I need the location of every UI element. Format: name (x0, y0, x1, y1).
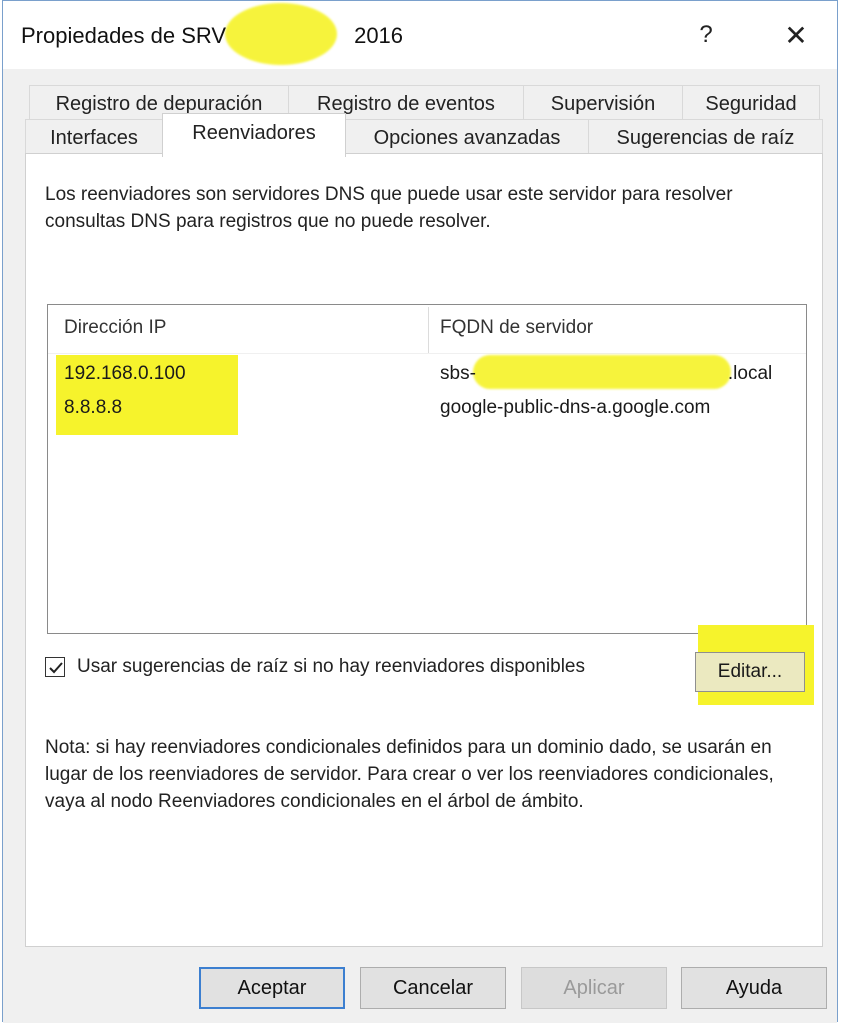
forwarder-ip[interactable]: 8.8.8.8 (64, 397, 122, 419)
tab-seguridad[interactable]: Seguridad (682, 85, 820, 123)
header-separator (48, 353, 806, 354)
root-hints-checkbox[interactable] (45, 657, 65, 677)
apply-button-label: Aplicar (563, 976, 625, 999)
help-button-label: Ayuda (725, 976, 783, 999)
tab-sugerencias-raiz[interactable]: Sugerencias de raíz (588, 119, 823, 157)
tab-opciones-avanzadas[interactable]: Opciones avanzadas (345, 119, 589, 157)
close-icon: ✕ (784, 19, 808, 51)
tab-reenviadores[interactable]: Reenviadores (162, 113, 346, 157)
fqdn-prefix: sbs- (440, 363, 476, 384)
question-mark-icon: ? (699, 21, 713, 48)
column-divider[interactable] (428, 307, 429, 353)
close-button[interactable]: ✕ (773, 15, 819, 55)
help-button[interactable]: ? (683, 15, 729, 55)
forwarder-fqdn[interactable]: sbs- .local (440, 363, 772, 385)
tab-label: Supervisión (550, 92, 656, 115)
title-bar: Propiedades de SRV 2016 ? ✕ (3, 1, 837, 69)
edit-button[interactable]: Editar... (695, 652, 805, 692)
root-hints-label: Usar sugerencias de raíz si no hay reenv… (77, 656, 585, 677)
tab-supervision[interactable]: Supervisión (523, 85, 683, 123)
tab-label: Reenviadores (192, 122, 316, 144)
fqdn-suffix: .local (727, 363, 773, 384)
window-title: Propiedades de SRV 2016 (21, 23, 403, 49)
ok-button[interactable]: Aceptar (199, 967, 345, 1009)
column-header-ip[interactable]: Dirección IP (64, 317, 166, 339)
window-title-suffix: 2016 (354, 23, 404, 48)
ok-button-label: Aceptar (237, 976, 307, 999)
tab-label: Sugerencias de raíz (616, 126, 795, 149)
window-title-prefix: Propiedades de SRV (21, 23, 227, 48)
conditional-forwarders-note: Nota: si hay reenviadores condicionales … (45, 737, 774, 812)
forwarder-ip[interactable]: 192.168.0.100 (64, 363, 186, 385)
cancel-button-label: Cancelar (392, 976, 474, 999)
tab-label: Interfaces (50, 126, 138, 149)
apply-button[interactable]: Aplicar (521, 967, 667, 1009)
forwarder-fqdn[interactable]: google-public-dns-a.google.com (440, 397, 710, 419)
root-hints-option[interactable]: Usar sugerencias de raíz si no hay reenv… (45, 656, 585, 678)
tab-label: Seguridad (705, 92, 797, 115)
tab-label: Opciones avanzadas (373, 126, 561, 149)
forwarders-description: Los reenviadores son servidores DNS que … (45, 184, 733, 232)
column-header-fqdn[interactable]: FQDN de servidor (440, 317, 593, 339)
checkmark-icon (49, 662, 63, 674)
cancel-button[interactable]: Cancelar (360, 967, 506, 1009)
tab-interfaces[interactable]: Interfaces (25, 119, 163, 157)
forwarders-list[interactable]: Dirección IP FQDN de servidor 192.168.0.… (47, 304, 807, 634)
edit-button-label: Editar... (717, 661, 783, 682)
help-dialog-button[interactable]: Ayuda (681, 967, 827, 1009)
dialog-window: Propiedades de SRV 2016 ? ✕ Registro de d… (2, 0, 838, 1023)
